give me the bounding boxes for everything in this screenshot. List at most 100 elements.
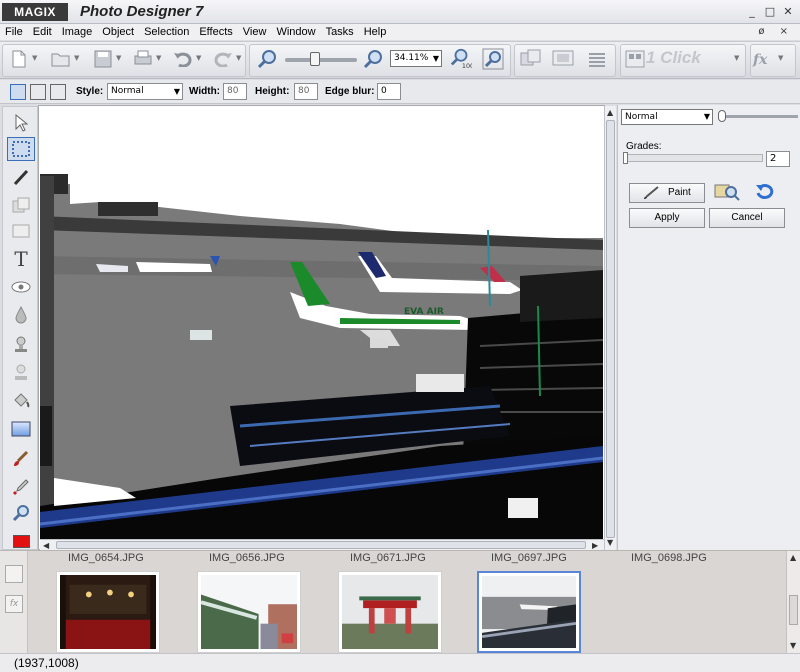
style-select-value: Normal: [111, 86, 144, 96]
opacity-slider-track[interactable]: [722, 115, 798, 118]
zoom-in-icon[interactable]: [362, 48, 384, 70]
thumbnail-filename: IMG_0654.JPG: [68, 552, 144, 564]
maximize-button[interactable]: □: [762, 4, 778, 20]
open-folder-icon[interactable]: [50, 48, 72, 70]
menu-file[interactable]: File: [0, 24, 28, 40]
image-object-icon[interactable]: [7, 219, 35, 243]
thumbnail-img-0654[interactable]: [56, 571, 160, 653]
menu-object[interactable]: Object: [97, 24, 139, 40]
fx-panel-icon[interactable]: fx: [5, 595, 23, 613]
horizontal-scroll-thumb[interactable]: [56, 541, 586, 549]
clone-object-icon[interactable]: [7, 193, 35, 217]
zoom-out-icon[interactable]: [256, 48, 278, 70]
effects-fx-icon[interactable]: fx: [752, 48, 774, 70]
effects-dropdown-icon[interactable]: ▼: [778, 54, 786, 62]
zoom-100-icon[interactable]: 100: [450, 47, 472, 70]
rectangle-selection-icon[interactable]: [7, 137, 35, 161]
filmstrip-scrollbar[interactable]: ▲ ▼: [786, 551, 800, 654]
preview-compare-button[interactable]: [712, 183, 742, 203]
minimize-button[interactable]: _: [744, 4, 760, 20]
photo-canvas[interactable]: EVA AIR: [40, 106, 603, 539]
new-selection-mode-button[interactable]: [10, 84, 26, 100]
eye-icon[interactable]: [7, 275, 35, 299]
cancel-button[interactable]: Cancel: [709, 208, 785, 228]
blur-drop-icon[interactable]: [7, 303, 35, 327]
scroll-up-icon[interactable]: ▲: [790, 553, 796, 562]
text-tool-icon[interactable]: T: [7, 247, 35, 271]
retouch-icon[interactable]: [7, 361, 35, 385]
reset-button[interactable]: [752, 183, 778, 203]
blend-mode-select[interactable]: Normal ▼: [621, 109, 713, 125]
arrow-pointer-icon[interactable]: [7, 111, 35, 135]
scroll-down-icon[interactable]: ▼: [790, 641, 796, 650]
zoom-slider-track[interactable]: [285, 58, 357, 62]
menu-image[interactable]: Image: [57, 24, 98, 40]
print-icon[interactable]: [132, 48, 154, 70]
one-click-preview-icon[interactable]: [624, 48, 646, 70]
redo-dropdown-icon[interactable]: ▼: [236, 54, 244, 62]
thumbnail-image: [200, 575, 297, 649]
grades-input[interactable]: 2: [766, 151, 790, 167]
opacity-slider-thumb[interactable]: [718, 110, 726, 122]
menu-tasks[interactable]: Tasks: [321, 24, 359, 40]
one-click-label[interactable]: 1 Click: [646, 48, 701, 68]
scroll-down-icon[interactable]: ▼: [607, 538, 613, 547]
scroll-right-icon[interactable]: ▶: [592, 541, 598, 550]
one-click-dropdown-icon[interactable]: ▼: [734, 54, 742, 62]
width-input[interactable]: 80: [223, 83, 247, 100]
zoom-fit-icon[interactable]: [482, 48, 504, 70]
save-disk-icon[interactable]: [92, 48, 114, 70]
undo-icon[interactable]: [172, 48, 194, 70]
title-bar: MAGIX Photo Designer 7 _ □ ✕: [0, 0, 800, 24]
magnifier-icon[interactable]: [7, 501, 35, 525]
thumbnail-filename: IMG_0656.JPG: [209, 552, 285, 564]
media-pool-icon[interactable]: [5, 565, 23, 583]
style-select[interactable]: Normal ▼: [107, 83, 183, 100]
vertical-scroll-thumb[interactable]: [606, 120, 615, 538]
new-file-icon[interactable]: [8, 48, 30, 70]
brush-icon[interactable]: [7, 165, 35, 189]
edge-blur-input[interactable]: 0: [377, 83, 401, 100]
new-dropdown-icon[interactable]: ▼: [32, 54, 40, 62]
slideshow-icon[interactable]: [552, 48, 574, 70]
menu-view[interactable]: View: [238, 24, 272, 40]
eyedropper-icon[interactable]: [7, 475, 35, 499]
menu-selection[interactable]: Selection: [139, 24, 194, 40]
canvas-vertical-scrollbar[interactable]: ▲ ▼: [604, 106, 616, 550]
apply-button[interactable]: Apply: [629, 208, 705, 228]
fill-bucket-icon[interactable]: [7, 389, 35, 413]
close-button[interactable]: ✕: [780, 4, 796, 20]
compare-view-icon[interactable]: [520, 48, 542, 70]
scroll-up-icon[interactable]: ▲: [607, 108, 613, 117]
save-dropdown-icon[interactable]: ▼: [116, 54, 124, 62]
print-dropdown-icon[interactable]: ▼: [156, 54, 164, 62]
canvas-horizontal-scrollbar[interactable]: ◀ ▶: [40, 539, 604, 550]
menu-effects[interactable]: Effects: [194, 24, 237, 40]
grades-slider-track[interactable]: [623, 154, 763, 162]
menu-window[interactable]: Window: [271, 24, 320, 40]
redo-icon[interactable]: [212, 48, 234, 70]
filmstrip-scroll-thumb[interactable]: [789, 595, 798, 625]
paint-brush-icon[interactable]: [7, 447, 35, 471]
zoom-level-select[interactable]: 34.11% ▼: [390, 50, 442, 67]
tool-palette: T: [2, 106, 38, 550]
options-bar: Style: Normal ▼ Width: 80 Height: 80 Edg…: [0, 80, 800, 104]
gradient-icon[interactable]: [7, 417, 35, 441]
zoom-slider-thumb[interactable]: [310, 52, 320, 66]
grades-slider-thumb[interactable]: [623, 152, 628, 164]
stamp-icon[interactable]: [7, 333, 35, 357]
thumbnail-img-0671[interactable]: [338, 571, 442, 653]
menu-window-controls[interactable]: ø ×: [758, 24, 794, 40]
thumbnail-img-0697[interactable]: [477, 571, 581, 653]
thumbnail-img-0656[interactable]: [197, 571, 301, 653]
paint-button[interactable]: Paint: [629, 183, 705, 203]
menu-help[interactable]: Help: [359, 24, 392, 40]
open-dropdown-icon[interactable]: ▼: [74, 54, 82, 62]
subtract-selection-mode-button[interactable]: [50, 84, 66, 100]
scroll-left-icon[interactable]: ◀: [43, 541, 49, 550]
menu-edit[interactable]: Edit: [28, 24, 57, 40]
height-input[interactable]: 80: [294, 83, 318, 100]
add-selection-mode-button[interactable]: [30, 84, 46, 100]
layers-icon[interactable]: [586, 48, 608, 70]
undo-dropdown-icon[interactable]: ▼: [196, 54, 204, 62]
